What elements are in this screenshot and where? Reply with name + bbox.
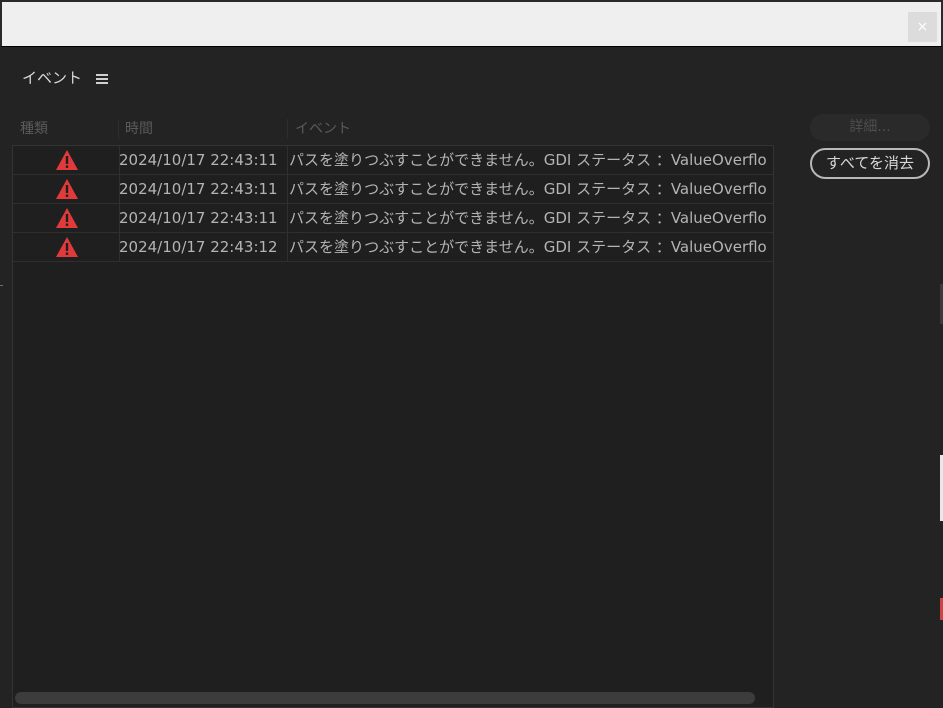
details-button[interactable]: 詳細... bbox=[810, 114, 930, 141]
column-header-time[interactable]: 時間 bbox=[125, 117, 153, 141]
table-row[interactable]: 2024/10/17 22:43:11 パスを塗りつぶすことができません。GDI… bbox=[13, 146, 773, 175]
panel-title: イベント bbox=[22, 68, 83, 87]
type-cell bbox=[13, 233, 120, 261]
background-accent bbox=[0, 285, 3, 286]
time-text: 2024/10/17 22:43:11 bbox=[120, 180, 278, 198]
time-text: 2024/10/17 22:43:11 bbox=[120, 151, 278, 169]
time-cell: 2024/10/17 22:43:12 bbox=[120, 233, 288, 261]
title-bar[interactable]: × bbox=[0, 0, 943, 47]
event-cell: パスを塗りつぶすことができません。GDI ステータス ：ValueOverflo bbox=[289, 209, 767, 227]
close-button[interactable]: × bbox=[908, 12, 937, 42]
time-cell: 2024/10/17 22:43:11 bbox=[120, 146, 288, 174]
time-text: 2024/10/17 22:43:11 bbox=[120, 209, 278, 227]
event-cell: パスを塗りつぶすことができません。GDI ステータス ：ValueOverflo bbox=[289, 238, 767, 256]
type-cell bbox=[13, 175, 120, 203]
time-cell: 2024/10/17 22:43:11 bbox=[120, 204, 288, 232]
hamburger-menu-icon[interactable] bbox=[96, 73, 109, 85]
warning-icon bbox=[56, 237, 78, 257]
event-cell: パスを塗りつぶすことができません。GDI ステータス ：ValueOverflo bbox=[289, 151, 767, 169]
warning-icon bbox=[56, 150, 78, 170]
horizontal-scrollbar[interactable] bbox=[15, 692, 755, 704]
event-cell: パスを塗りつぶすことができません。GDI ステータス ：ValueOverflo bbox=[289, 180, 767, 198]
panel-header: イベント bbox=[22, 66, 109, 88]
column-header-event[interactable]: イベント bbox=[295, 117, 351, 141]
clear-all-button[interactable]: すべてを消去 bbox=[810, 148, 930, 179]
column-divider[interactable] bbox=[118, 119, 119, 139]
type-cell bbox=[13, 146, 120, 174]
table-row[interactable]: 2024/10/17 22:43:11 パスを塗りつぶすことができません。GDI… bbox=[13, 175, 773, 204]
time-cell: 2024/10/17 22:43:11 bbox=[120, 175, 288, 203]
table-row[interactable]: 2024/10/17 22:43:11 パスを塗りつぶすことができません。GDI… bbox=[13, 204, 773, 233]
events-window: × イベント 種類 時間 イベント 2024/10/17 22:43:11 パス… bbox=[0, 0, 943, 708]
time-text: 2024/10/17 22:43:12 bbox=[120, 238, 278, 256]
warning-icon bbox=[56, 179, 78, 199]
warning-icon bbox=[56, 208, 78, 228]
column-headers: 種類 時間 イベント bbox=[12, 117, 774, 141]
column-header-type[interactable]: 種類 bbox=[20, 117, 48, 141]
type-cell bbox=[13, 204, 120, 232]
column-divider[interactable] bbox=[287, 119, 288, 139]
events-table: 2024/10/17 22:43:11 パスを塗りつぶすことができません。GDI… bbox=[12, 145, 774, 708]
table-row[interactable]: 2024/10/17 22:43:12 パスを塗りつぶすことができません。GDI… bbox=[13, 233, 773, 262]
